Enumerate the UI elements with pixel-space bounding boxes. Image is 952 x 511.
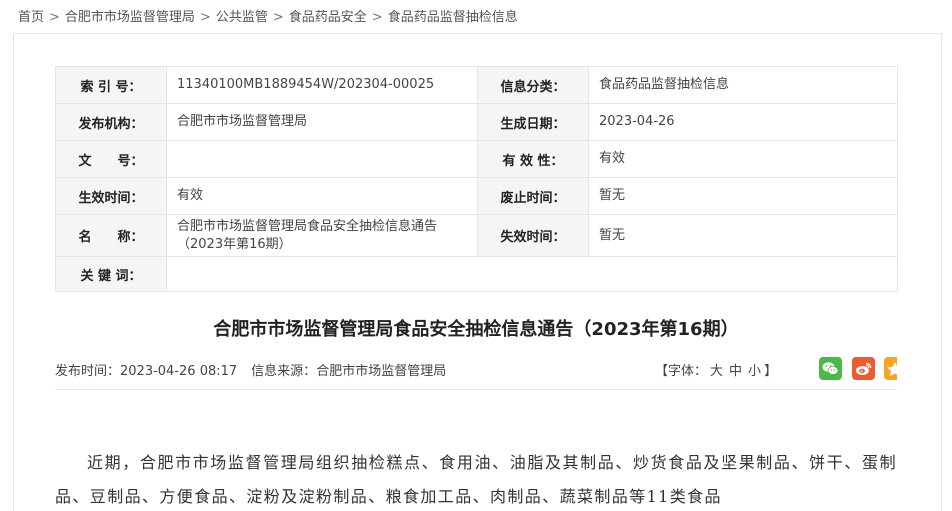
qzone-share-button[interactable] (884, 357, 897, 380)
breadcrumb-food-drug-safety[interactable]: 食品药品安全 (289, 10, 367, 25)
font-size-prefix: 【字体： (655, 364, 708, 379)
effective-time-label: 生效时间： (55, 177, 167, 215)
article-body: 近期，合肥市市场监督管理局组织抽检糕点、食用油、油脂及其制品、炒货食品及坚果制品… (55, 453, 897, 506)
article-title: 合肥市市场监督管理局食品安全抽检信息通告（2023年第16期） (213, 319, 739, 340)
breadcrumb-separator: > (272, 10, 284, 25)
source-label: 信息来源： (251, 364, 317, 379)
breadcrumb-separator: > (49, 10, 60, 25)
font-size-small-button[interactable]: 小 (748, 364, 761, 379)
breadcrumb-separator: > (371, 10, 383, 25)
index-number-label: 索 引 号： (55, 66, 167, 104)
document-number-value (166, 140, 478, 178)
wechat-share-button[interactable] (819, 357, 842, 380)
breadcrumb-inspection-info[interactable]: 食品药品监督抽检信息 (388, 10, 518, 25)
font-size-suffix: 】 (764, 364, 778, 379)
metadata-row: 文 号： 有 效 性： 有效 (55, 140, 898, 178)
publish-time-label: 发布时间： (55, 364, 121, 379)
font-size-large-button[interactable]: 大 (710, 364, 723, 379)
created-date-label: 生成日期： (477, 103, 589, 141)
category-value: 食品药品监督抽检信息 (588, 66, 898, 104)
publisher-value: 合肥市市场监督管理局 (166, 103, 478, 141)
repeal-time-label: 废止时间： (477, 177, 589, 215)
publisher-label: 发布机构： (55, 103, 167, 141)
article-info-bar: 发布时间：2023-04-26 08:17 信息来源：合肥市市场监督管理局 【字体… (55, 348, 897, 390)
validity-label: 有 效 性： (477, 140, 589, 178)
expiry-time-label: 失效时间： (477, 214, 589, 257)
metadata-row: 关 键 词： (55, 256, 898, 292)
breadcrumb: 首页 > 合肥市市场监督管理局 > 公共监管 > 食品药品安全 > 食品药品监督抽检信息 (18, 6, 518, 25)
breadcrumb-separator: > (199, 10, 211, 25)
index-number-value: 11340100MB1889454W/202304-00025 (166, 66, 478, 104)
breadcrumb-bureau[interactable]: 合肥市市场监督管理局 (65, 10, 195, 25)
publish-time-value: 2023-04-26 08:17 (120, 364, 238, 379)
breadcrumb-public-supervision[interactable]: 公共监管 (216, 10, 268, 25)
effective-time-value: 有效 (166, 177, 478, 215)
weibo-share-button[interactable] (852, 357, 875, 380)
expiry-time-value: 暂无 (588, 214, 898, 257)
breadcrumb-home[interactable]: 首页 (18, 10, 44, 25)
name-label: 名 称： (55, 214, 167, 257)
metadata-row: 名 称： 合肥市市场监督管理局食品安全抽检信息通告（2023年第16期） 失效时… (55, 214, 898, 257)
created-date-value: 2023-04-26 (588, 103, 898, 141)
validity-value: 有效 (588, 140, 898, 178)
font-size-medium-button[interactable]: 中 (729, 364, 742, 379)
keywords-label: 关 键 词： (55, 256, 167, 292)
document-number-label: 文 号： (55, 140, 167, 178)
source-value: 合肥市市场监督管理局 (316, 364, 447, 379)
keywords-value (166, 256, 898, 292)
font-size-control: 【字体：大中小】 (655, 360, 777, 379)
metadata-row: 发布机构： 合肥市市场监督管理局 生成日期： 2023-04-26 (55, 103, 898, 141)
repeal-time-value: 暂无 (588, 177, 898, 215)
article-meta: 发布时间：2023-04-26 08:17 信息来源：合肥市市场监督管理局 (55, 360, 446, 379)
name-value: 合肥市市场监督管理局食品安全抽检信息通告（2023年第16期） (166, 214, 478, 257)
qzone-icon (887, 362, 897, 376)
metadata-row: 索 引 号： 11340100MB1889454W/202304-00025 信… (55, 66, 898, 104)
metadata-table: 索 引 号： 11340100MB1889454W/202304-00025 信… (55, 66, 898, 292)
category-label: 信息分类： (477, 66, 589, 104)
metadata-row: 生效时间： 有效 废止时间： 暂无 (55, 177, 898, 215)
wechat-icon (822, 362, 839, 375)
weibo-icon (856, 362, 872, 375)
